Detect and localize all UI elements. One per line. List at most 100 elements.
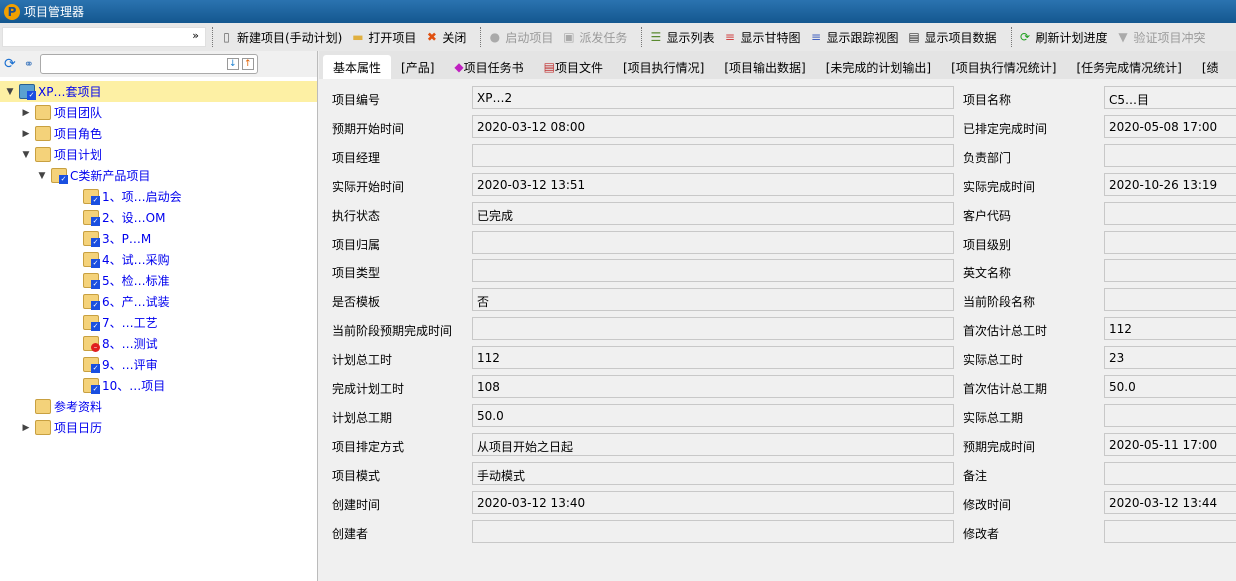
app-logo-icon: P [4, 3, 20, 20]
tree-node[interactable]: ✓ 9、…评审 [0, 354, 317, 375]
tree-node[interactable]: ✓ 1、项…启动会 [0, 186, 317, 207]
field-value[interactable] [1104, 259, 1236, 283]
tree-node[interactable]: –8、…测试 [0, 333, 317, 354]
toolbar-button-label: 验证项目冲突 [1133, 30, 1206, 45]
toolbar-button-gantt[interactable]: ≡ 显示甘特图 [722, 29, 801, 46]
tab-5[interactable]: [项目输出数据] [714, 55, 815, 79]
tree-node[interactable]: ✓ 3、P…M [0, 228, 317, 249]
tree-node[interactable]: ▼ ✓ XP…套项目 [0, 81, 317, 102]
tree-node[interactable]: 参考资料 [0, 396, 317, 417]
tab-4[interactable]: [项目执行情况] [613, 55, 714, 79]
tab-2[interactable]: ◆ 项目任务书 [444, 55, 533, 79]
expand-toggle-icon[interactable]: ▶ [20, 129, 32, 139]
field-value[interactable] [1104, 403, 1236, 427]
toolbar-button-folder-open[interactable]: ▬ 打开项目 [350, 29, 416, 46]
tab-0[interactable]: 基本属性 [323, 55, 392, 79]
field-value[interactable]: 已完成 [472, 201, 954, 225]
tab-label: [项目执行情况] [623, 60, 705, 75]
toolbar-button-verify[interactable]: ▼ 验证项目冲突 [1116, 29, 1206, 46]
tab-bar: 基本属性 [产品] ◆ 项目任务书 ▤ 项目文件 [项目执行情况] [项目输出数据] [未完… [319, 51, 1236, 79]
toolbar-button-dispatch[interactable]: ▣ 派发任务 [561, 29, 627, 46]
form-row: 计划总工期 50.0 实际总工期 [319, 403, 1236, 432]
tree-node[interactable]: ▶ 项目角色 [0, 123, 317, 144]
field-value[interactable]: 2020-05-11 17:00 [1104, 432, 1236, 456]
toolbar-separator [1010, 27, 1012, 47]
tab-8[interactable]: [任务完成情况统计] [1067, 55, 1192, 79]
toolbar-button-label: 派发任务 [579, 30, 628, 45]
field-value[interactable] [1104, 461, 1236, 485]
refresh-icon[interactable]: ⟳ [4, 56, 16, 72]
field-value[interactable]: 50.0 [472, 403, 954, 427]
field-value[interactable]: 112 [1104, 317, 1236, 341]
folder-icon [35, 126, 51, 141]
tab-3[interactable]: ▤ 项目文件 [534, 55, 613, 79]
tree-node[interactable]: ▼ 项目计划 [0, 144, 317, 165]
project-combo[interactable]: » [2, 27, 206, 47]
field-value[interactable]: 否 [472, 288, 954, 312]
tree-node[interactable]: ✓ 10、…项目 [0, 375, 317, 396]
search-down-icon[interactable]: ↓ [226, 58, 239, 70]
field-value[interactable]: 2020-03-12 13:51 [472, 172, 954, 196]
field-value[interactable] [472, 317, 954, 341]
tree-search-input[interactable]: ↓ ↑ [39, 54, 258, 74]
field-value[interactable]: 从项目开始之日起 [472, 432, 954, 456]
toolbar-button-data[interactable]: ▤ 显示项目数据 [906, 29, 996, 46]
expand-toggle-icon[interactable]: ▶ [20, 423, 32, 433]
field-value[interactable]: 112 [472, 346, 954, 370]
toolbar-button-close[interactable]: ✖ 关闭 [424, 29, 467, 46]
field-label: 实际开始时间 [332, 179, 405, 194]
hierarchy-icon[interactable]: ⚭ [24, 57, 34, 71]
field-value[interactable]: 2020-03-12 13:40 [472, 490, 954, 514]
field-label: 计划总工时 [332, 353, 393, 368]
field-value[interactable]: 50.0 [1104, 375, 1236, 398]
field-value[interactable] [472, 230, 954, 254]
field-value[interactable] [472, 519, 954, 543]
tree-node[interactable]: ✓ 7、…工艺 [0, 312, 317, 333]
tab-7[interactable]: [项目执行情况统计] [941, 55, 1066, 79]
field-value[interactable]: 2020-10-26 13:19 [1104, 172, 1236, 196]
field-value[interactable] [472, 259, 954, 283]
tree-node[interactable]: ✓ 6、产…试装 [0, 291, 317, 312]
field-value[interactable]: 2020-05-08 17:00 [1104, 114, 1236, 138]
expand-toggle-icon[interactable]: ▶ [20, 108, 32, 118]
field-value[interactable] [1104, 201, 1236, 225]
field-value[interactable]: 108 [472, 375, 954, 398]
tab-9[interactable]: [绩 [1192, 55, 1229, 79]
expand-toggle-expanded-icon[interactable]: ▼ [20, 150, 32, 160]
tree-node[interactable]: ✓ 2、设…OM [0, 207, 317, 228]
toolbar-button-new-document[interactable]: ▯ 新建项目(手动计划) [219, 29, 342, 46]
toolbar-button-tracking[interactable]: ≡ 显示跟踪视图 [808, 29, 899, 46]
form-row: 项目模式 手动模式 备注 [319, 461, 1236, 490]
field-value[interactable]: 23 [1104, 346, 1236, 370]
field-value[interactable] [1104, 519, 1236, 543]
task-icon: – [83, 336, 100, 352]
tree-node-label: 6、产…试装 [102, 295, 170, 309]
tab-6[interactable]: [未完成的计划输出] [816, 55, 941, 79]
form-row: 是否模板 否当前阶段名称 [319, 287, 1236, 316]
toolbar-button-list[interactable]: ☰ 显示列表 [648, 29, 715, 46]
title-bar: P 项目管理器 [0, 0, 1236, 23]
expand-toggle-expanded-icon[interactable]: ▼ [36, 171, 48, 181]
tree-node[interactable]: ▼ ✓ C类新产品项目 [0, 165, 317, 186]
field-value[interactable]: 手动模式 [472, 461, 954, 485]
field-value[interactable] [1104, 230, 1236, 254]
tree-node[interactable]: ▶ 项目日历 [0, 417, 317, 438]
tree-node[interactable]: ▶ 项目团队 [0, 102, 317, 123]
field-value[interactable] [472, 143, 954, 167]
tree-node[interactable]: ✓ 5、检…标准 [0, 270, 317, 291]
field-value[interactable]: 2020-03-12 13:44 [1104, 490, 1236, 514]
field-value[interactable]: C5…目 [1104, 86, 1236, 109]
expand-toggle-expanded-icon[interactable]: ▼ [4, 87, 16, 97]
field-value[interactable]: 2020-03-12 08:00 [472, 114, 954, 138]
field-value[interactable]: XP…2 [472, 86, 954, 109]
toolbar-button-refresh[interactable]: ⟳ 刷新计划进度 [1018, 29, 1108, 46]
search-up-icon[interactable]: ↑ [241, 58, 254, 70]
field-value[interactable] [1104, 143, 1236, 167]
field-label: 是否模板 [332, 295, 381, 310]
form-row: 项目编号 XP…2 项目名称 C5…目 [319, 85, 1236, 114]
tree-node[interactable]: ✓ 4、试…采购 [0, 249, 317, 270]
field-value[interactable] [1104, 288, 1236, 312]
tab-1[interactable]: [产品] [391, 55, 444, 79]
toolbar-button-play[interactable]: ● 启动项目 [487, 29, 554, 46]
tree-node-label: 项目日历 [54, 421, 103, 435]
